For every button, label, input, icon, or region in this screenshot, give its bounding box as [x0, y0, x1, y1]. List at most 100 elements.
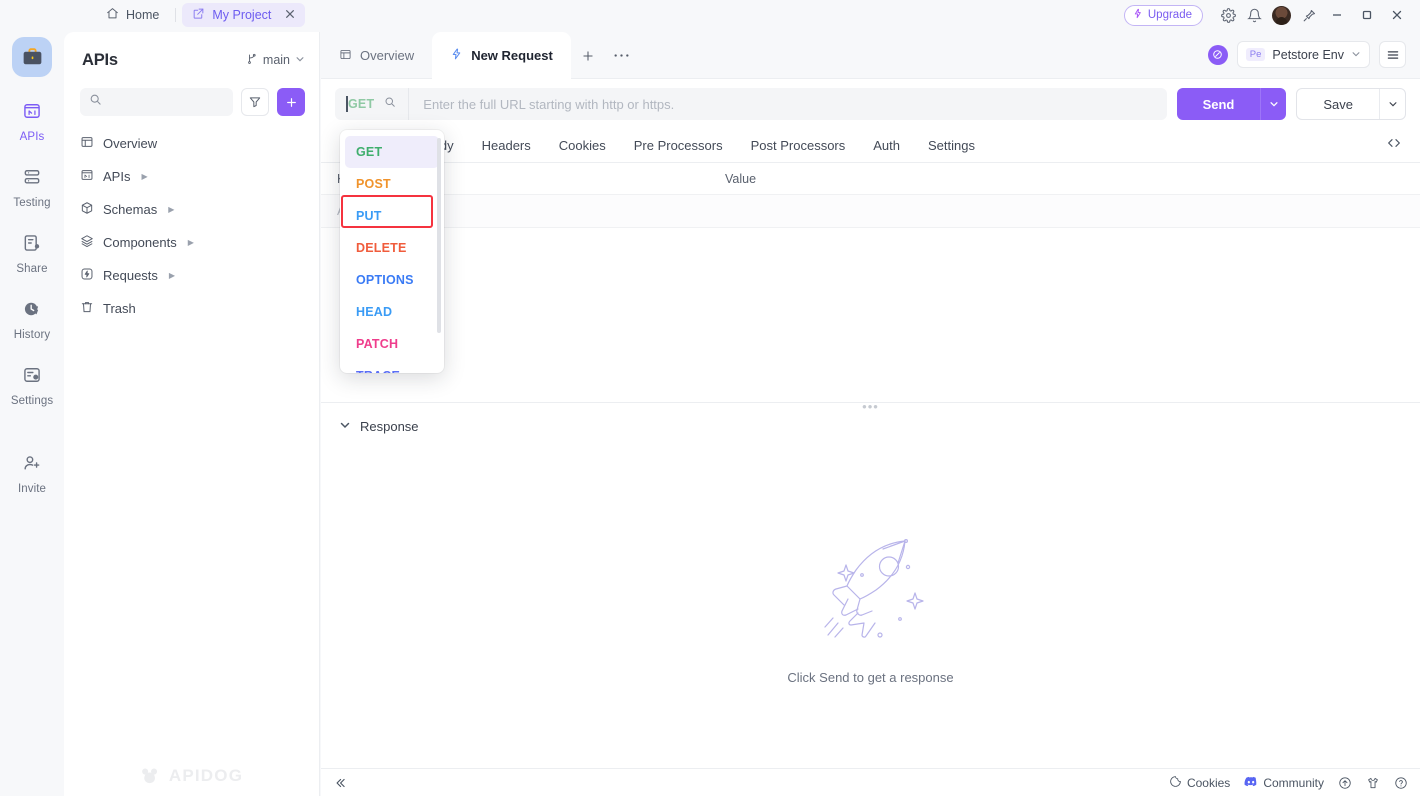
upgrade-icon	[1133, 8, 1144, 22]
sidebar-item-share[interactable]: Share	[0, 233, 64, 275]
window-tab-my-project[interactable]: My Project	[182, 3, 306, 27]
pin-icon[interactable]	[1296, 2, 1322, 28]
community-button[interactable]: Community	[1244, 776, 1324, 790]
method-option-options[interactable]: OPTIONS	[345, 264, 439, 296]
status-bar-actions: Cookies Community	[1169, 775, 1408, 791]
url-bar: GET	[335, 88, 1167, 120]
method-option-head[interactable]: HEAD	[345, 296, 439, 328]
search-icon	[384, 95, 396, 113]
column-header-value: Value	[725, 171, 757, 186]
tab-new-request[interactable]: New Request	[432, 32, 571, 79]
avatar[interactable]	[1272, 5, 1291, 25]
chevron-down-icon[interactable]	[339, 419, 351, 434]
url-input[interactable]	[409, 88, 1167, 120]
branch-selector[interactable]: main	[246, 53, 305, 68]
left-rail: APIs Testing Share History Settings Invi…	[0, 30, 64, 796]
env-badge: Pe	[1245, 48, 1266, 61]
send-options-button[interactable]	[1260, 88, 1287, 120]
rail-label: Testing	[13, 197, 51, 209]
subtab-cookies[interactable]: Cookies	[545, 129, 620, 163]
rail-label: Invite	[17, 483, 47, 495]
overview-tab-icon	[339, 48, 352, 64]
search-box[interactable]	[80, 88, 233, 116]
sidebar-item-settings[interactable]: Settings	[0, 365, 64, 407]
sidebar-item-requests[interactable]: Requests ▶	[64, 259, 319, 292]
close-window-icon[interactable]	[1382, 0, 1412, 30]
requests-icon	[80, 267, 94, 284]
env-avatar-icon[interactable]	[1207, 44, 1228, 65]
shirt-icon[interactable]	[1366, 776, 1380, 790]
save-button-group: Save	[1296, 88, 1406, 120]
sidebar-item-label: APIs	[103, 169, 131, 184]
components-icon	[80, 234, 94, 251]
method-dropdown[interactable]: GET POST PUT DELETE OPTIONS HEAD PATCH T…	[340, 130, 444, 373]
briefcase-logo[interactable]	[12, 37, 52, 77]
upgrade-button[interactable]: Upgrade	[1123, 4, 1203, 26]
environment-selector[interactable]: Pe Petstore Env	[1236, 41, 1370, 68]
sidebar-item-apis[interactable]: APIs	[0, 101, 64, 143]
subtab-auth[interactable]: Auth	[859, 129, 914, 163]
response-empty-hint: Click Send to get a response	[787, 670, 954, 685]
sidebar-item-trash[interactable]: Trash	[64, 292, 319, 325]
response-header[interactable]: Response	[321, 410, 1420, 442]
subtab-headers[interactable]: Headers	[468, 129, 545, 163]
cookies-button[interactable]: Cookies	[1169, 775, 1230, 791]
method-selector[interactable]: GET	[335, 88, 410, 120]
chevron-right-icon[interactable]: ▶	[141, 172, 147, 181]
method-option-get[interactable]: GET	[345, 136, 439, 168]
sidebar-item-overview[interactable]: Overview	[64, 127, 319, 160]
invite-icon	[22, 453, 42, 478]
chevron-right-icon[interactable]: ▶	[169, 271, 175, 280]
minimize-icon[interactable]	[1322, 0, 1352, 30]
help-icon[interactable]	[1394, 776, 1408, 790]
overview-icon	[80, 135, 94, 152]
subtab-post-processors[interactable]: Post Processors	[737, 129, 860, 163]
window-tab-home[interactable]: Home	[96, 3, 169, 27]
project-sidebar: APIs main Overview APIs ▶ Schemas ▶ Comp…	[64, 32, 320, 796]
tab-overview[interactable]: Overview	[321, 32, 432, 79]
sidebar-item-invite[interactable]: Invite	[0, 453, 64, 495]
new-tab-button[interactable]	[571, 32, 605, 79]
chevron-right-icon[interactable]: ▶	[168, 205, 174, 214]
save-options-button[interactable]	[1379, 89, 1405, 119]
upload-icon[interactable]	[1338, 776, 1352, 790]
double-chevron-left-icon[interactable]	[333, 776, 347, 790]
subtab-settings[interactable]: Settings	[914, 129, 989, 163]
dropdown-scrollbar[interactable]	[437, 138, 441, 333]
method-option-patch[interactable]: PATCH	[345, 328, 439, 360]
panel-splitter[interactable]: •••	[321, 400, 1420, 413]
hamburger-icon[interactable]	[1379, 41, 1406, 68]
gear-icon[interactable]	[1215, 2, 1241, 28]
sidebar-item-history[interactable]: History	[0, 299, 64, 341]
request-tabstrip: Overview New Request Pe Petstore Env	[321, 32, 1420, 79]
cookies-label: Cookies	[1186, 775, 1231, 790]
more-tabs-button[interactable]	[605, 32, 639, 79]
method-label: GET	[348, 97, 375, 111]
search-input[interactable]	[109, 95, 224, 109]
cookie-icon	[1169, 775, 1182, 791]
rail-label: APIs	[19, 131, 45, 143]
chevron-right-icon[interactable]: ▶	[188, 238, 194, 247]
method-option-delete[interactable]: DELETE	[345, 232, 439, 264]
discord-icon	[1244, 776, 1258, 790]
maximize-icon[interactable]	[1352, 0, 1382, 30]
save-button[interactable]: Save	[1297, 89, 1379, 119]
code-icon[interactable]	[1386, 135, 1406, 156]
params-table-header: Key Value	[321, 163, 1420, 195]
method-option-trace[interactable]: TRACE	[345, 360, 439, 373]
request-subtabs: Params Body Headers Cookies Pre Processo…	[321, 129, 1420, 163]
sidebar-item-apis-folder[interactable]: APIs ▶	[64, 160, 319, 193]
filter-icon[interactable]	[241, 88, 269, 116]
add-api-button[interactable]	[277, 88, 305, 116]
send-button[interactable]: Send	[1176, 88, 1261, 120]
tab-separator	[175, 8, 177, 22]
sidebar-item-components[interactable]: Components ▶	[64, 226, 319, 259]
sidebar-item-testing[interactable]: Testing	[0, 167, 64, 209]
subtab-pre-processors[interactable]: Pre Processors	[620, 129, 737, 163]
home-icon	[106, 7, 119, 23]
table-row[interactable]: Add param	[321, 195, 1420, 228]
url-row: GET Send Save	[321, 79, 1420, 129]
bell-icon[interactable]	[1241, 2, 1267, 28]
sidebar-item-schemas[interactable]: Schemas ▶	[64, 193, 319, 226]
close-icon[interactable]	[285, 9, 295, 21]
